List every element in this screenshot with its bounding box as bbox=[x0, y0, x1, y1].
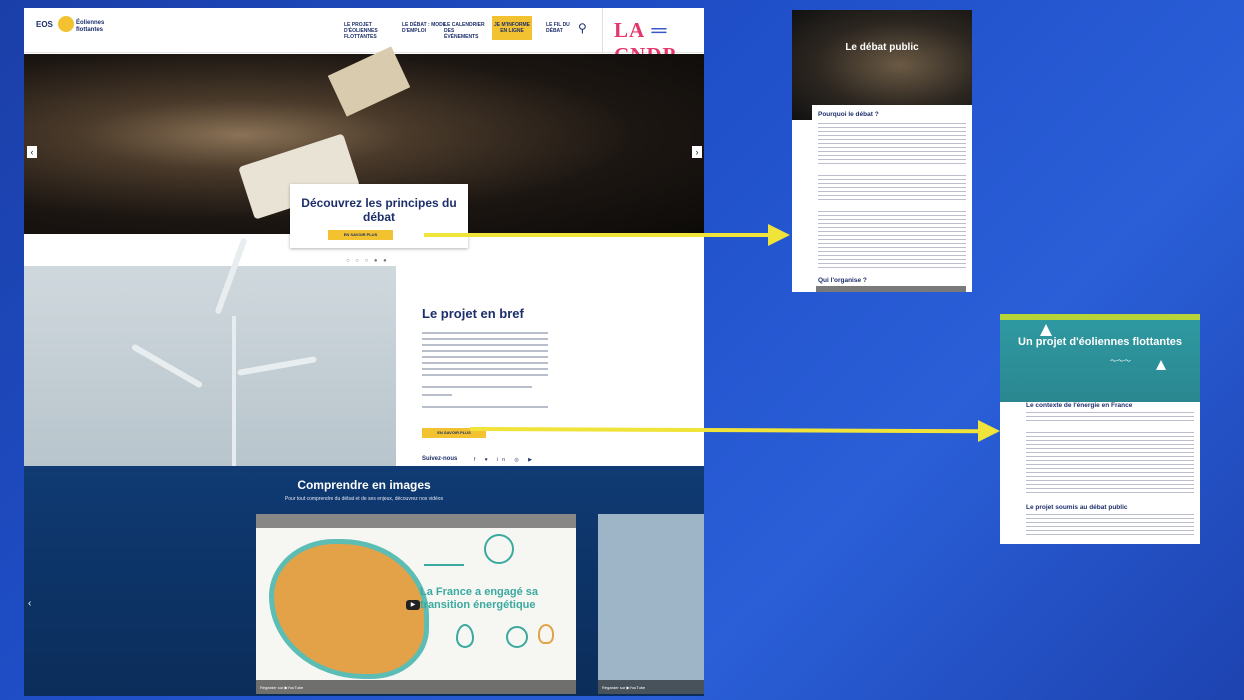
projet-heading-contexte: Le contexte de l'énergie en France bbox=[1026, 402, 1133, 409]
debat-heading-organise: Qui l'organise ? bbox=[818, 277, 867, 284]
video-prev-icon[interactable]: ‹ bbox=[28, 598, 31, 609]
play-icon[interactable]: ▶ bbox=[406, 600, 420, 610]
video-caption: La France a engagé sa transition énergét… bbox=[420, 586, 538, 611]
header-divider bbox=[602, 8, 603, 53]
projet-top-band bbox=[1000, 314, 1200, 320]
project-paragraph bbox=[422, 332, 548, 376]
images-subtitle: Pour tout comprendre du débat et de ses … bbox=[284, 496, 444, 502]
project-title: Le projet en bref bbox=[422, 306, 524, 321]
projet-eoliennes-page: Un projet d'éoliennes flottantes ～～～ Le … bbox=[1000, 314, 1200, 544]
projet-heading-soumis: Le projet soumis au débat public bbox=[1026, 504, 1128, 511]
debat-hero-image bbox=[792, 10, 972, 120]
projet-paragraph bbox=[1026, 432, 1194, 494]
cndp-logo-left: LA bbox=[614, 18, 646, 42]
logo-brand[interactable]: EOS bbox=[36, 20, 53, 29]
hero-card: Découvrez les principes du débat EN SAVO… bbox=[290, 184, 468, 248]
turbine-blade bbox=[130, 343, 204, 389]
turbine-blade bbox=[214, 237, 248, 315]
carousel-prev-icon[interactable]: ‹ bbox=[27, 146, 37, 158]
arrow-to-debat bbox=[424, 233, 770, 237]
website-screenshot: EOS Éoliennes flottantes LE PROJET D'ÉOL… bbox=[24, 8, 704, 696]
projet-title: Un projet d'éoliennes flottantes bbox=[1018, 336, 1182, 348]
nav-item-fil[interactable]: LE FIL DU DÉBAT bbox=[546, 22, 574, 34]
hero-more-button[interactable]: EN SAVOIR PLUS bbox=[328, 230, 393, 240]
water-drop-icon bbox=[456, 624, 474, 648]
social-icons[interactable]: f ♥ in ◎ ▶ bbox=[474, 457, 536, 463]
projet-paragraph bbox=[1026, 514, 1194, 536]
sun-icon bbox=[484, 534, 514, 564]
site-header: EOS Éoliennes flottantes LE PROJET D'ÉOL… bbox=[24, 8, 704, 67]
carousel-dots[interactable]: ○ ○ ○ ● ● bbox=[346, 258, 389, 264]
turbine-mast bbox=[232, 316, 236, 466]
wind-turbine-image bbox=[24, 237, 396, 466]
debat-paragraph bbox=[818, 211, 966, 271]
youtube-watch-link-2[interactable]: Regarder sur ▶YouTube bbox=[598, 680, 704, 694]
projet-hero: Un projet d'éoliennes flottantes ～～～ bbox=[1000, 314, 1200, 402]
turbine-blade bbox=[237, 356, 317, 376]
wind-turbine-icon bbox=[424, 536, 464, 566]
projet-paragraph bbox=[1026, 412, 1194, 424]
lightbulb-icon bbox=[538, 624, 554, 644]
wave-icon: ～～～ bbox=[1110, 358, 1131, 365]
search-icon[interactable]: ⚲ bbox=[578, 21, 587, 35]
follow-label: Suivez-nous bbox=[422, 456, 458, 462]
logo-icon bbox=[58, 16, 74, 32]
sailboat-icon bbox=[1156, 360, 1166, 370]
youtube-watch-link[interactable]: Regarder sur ▶YouTube bbox=[256, 680, 576, 694]
nav-item-projet[interactable]: LE PROJET D'ÉOLIENNES FLOTTANTES bbox=[344, 22, 400, 40]
sailboat-icon bbox=[1040, 324, 1052, 336]
debat-title: Le débat public bbox=[845, 42, 919, 53]
debat-public-page: Le débat public Pourquoi le débat ? Qui … bbox=[792, 10, 972, 292]
nav-button-informe[interactable]: JE M'INFORME EN LIGNE bbox=[492, 16, 532, 40]
hero-title: Découvrez les principes du débat bbox=[301, 196, 457, 224]
debat-paragraph bbox=[818, 175, 966, 203]
debat-photo bbox=[816, 286, 966, 292]
carousel-next-icon[interactable]: › bbox=[692, 146, 702, 158]
nav-item-calendrier[interactable]: LE CALENDRIER DES ÉVÉNEMENTS bbox=[444, 22, 488, 40]
debat-content-card: Pourquoi le débat ? Qui l'organise ? bbox=[812, 105, 972, 292]
video-player[interactable]: La France a engagé sa transition énergét… bbox=[256, 514, 576, 694]
project-link-line[interactable] bbox=[422, 406, 548, 408]
images-title: Comprendre en images bbox=[297, 478, 431, 492]
project-text-line bbox=[422, 386, 532, 388]
video-header bbox=[256, 514, 576, 528]
debat-paragraph bbox=[818, 123, 966, 167]
france-map-illustration bbox=[274, 544, 424, 674]
video-player-2[interactable]: Regarder sur ▶YouTube bbox=[598, 514, 704, 694]
arrow-head-icon bbox=[768, 224, 790, 246]
debat-heading-pourquoi: Pourquoi le débat ? bbox=[818, 111, 879, 118]
globe-icon bbox=[506, 626, 528, 648]
project-text-line bbox=[422, 394, 452, 396]
arrow-head-icon bbox=[978, 420, 1000, 442]
logo-name[interactable]: Éoliennes flottantes bbox=[76, 20, 126, 34]
hero-book bbox=[327, 46, 411, 117]
